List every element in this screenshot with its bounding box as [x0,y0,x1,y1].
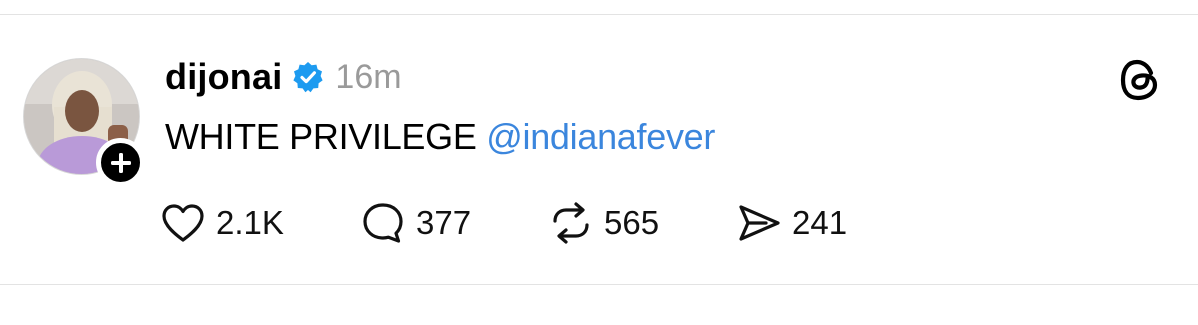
heart-icon [162,204,204,242]
top-divider [0,14,1198,15]
reply-button[interactable]: 377 [360,199,471,247]
like-count: 2.1K [216,204,284,241]
repost-count: 565 [604,204,660,241]
like-button[interactable]: 2.1K [160,199,284,247]
plus-icon [110,152,131,173]
timestamp: 16m [335,57,402,96]
mention-link[interactable]: @indianafever [486,116,715,157]
post-header: dijonai 16m [165,55,402,99]
share-button[interactable]: 241 [736,199,847,247]
repost-arrows-icon [553,202,589,244]
share-count: 241 [792,204,848,241]
follow-button[interactable] [96,138,145,187]
threads-logo-icon[interactable] [1116,56,1164,104]
repost-button[interactable]: 565 [548,199,659,247]
post-body: WHITE PRIVILEGE [165,116,477,157]
reply-count: 377 [416,204,472,241]
avatar-container[interactable] [23,58,148,187]
verified-badge-icon [293,62,324,93]
speech-bubble-icon [363,203,403,243]
bottom-divider [0,284,1198,285]
post-text: WHITE PRIVILEGE @indianafever [165,116,715,158]
username[interactable]: dijonai [165,56,282,98]
paper-plane-icon [739,205,780,241]
